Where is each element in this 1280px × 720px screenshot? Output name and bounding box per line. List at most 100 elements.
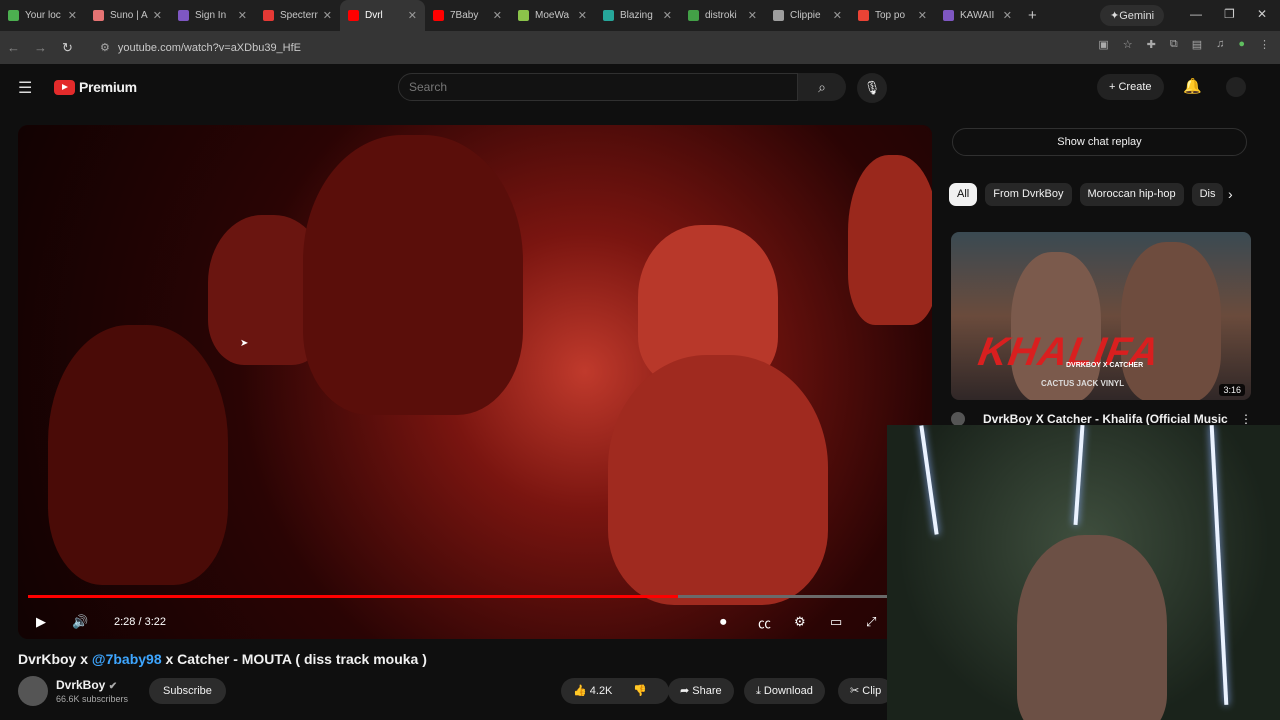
channel-name[interactable]: DvrkBoy ✔: [56, 678, 117, 692]
close-tab-icon[interactable]: ✕: [493, 9, 502, 22]
share-button[interactable]: ➦ Share: [668, 678, 734, 704]
kebab-menu-icon[interactable]: ⋮: [1259, 38, 1270, 51]
dislike-icon[interactable]: 👎: [633, 678, 647, 704]
video-figure: [848, 155, 932, 325]
bookmark-star-icon[interactable]: ☆: [1123, 38, 1133, 51]
browser-tab[interactable]: Sign In ✕: [170, 0, 255, 31]
close-tab-icon[interactable]: ✕: [918, 9, 927, 22]
mention-link[interactable]: @7baby98: [92, 651, 162, 667]
sidepanel-icon[interactable]: ▤: [1192, 38, 1202, 51]
microphone-icon[interactable]: 🎙: [857, 73, 887, 103]
tab-favicon-icon: [773, 10, 784, 21]
close-tab-icon[interactable]: ✕: [408, 9, 417, 22]
volume-icon[interactable]: 🔊: [72, 614, 88, 630]
maximize-icon[interactable]: ❐: [1224, 7, 1235, 21]
search-input[interactable]: Search: [398, 73, 798, 101]
mouse-cursor-icon: ➤: [240, 338, 249, 349]
play-icon[interactable]: ▶: [36, 614, 46, 630]
browser-tab[interactable]: Specterr ✕: [255, 0, 340, 31]
close-tab-icon[interactable]: ✕: [1003, 9, 1012, 22]
youtube-header: ☰ Premium Search ⌕ 🎙 + Create 🔔: [0, 64, 1280, 110]
tab-label: 7Baby: [450, 10, 479, 21]
tab-favicon-icon: [943, 10, 954, 21]
new-tab-button[interactable]: +: [1028, 7, 1037, 24]
browser-tab[interactable]: Suno | A ✕: [85, 0, 170, 31]
search-icon[interactable]: ⌕: [798, 73, 846, 101]
logo-text: Premium: [79, 79, 137, 95]
browser-tab[interactable]: MoeWa ✕: [510, 0, 595, 31]
close-tab-icon[interactable]: ✕: [833, 9, 842, 22]
close-tab-icon[interactable]: ✕: [578, 9, 587, 22]
more-options-icon[interactable]: ⋮: [1240, 412, 1252, 426]
channel-avatar[interactable]: [18, 676, 48, 706]
install-icon[interactable]: ▣: [1098, 38, 1108, 51]
profile-icon[interactable]: ●: [1238, 38, 1245, 51]
close-tab-icon[interactable]: ✕: [323, 9, 332, 22]
filter-chips: All From DvrkBoy Moroccan hip-hop Dis: [949, 183, 1249, 207]
gemini-button[interactable]: ✦ Gemini: [1100, 5, 1165, 26]
recommended-thumbnail[interactable]: KHALIFA DVRKBOY X CATCHER CACTUS JACK VI…: [951, 232, 1251, 400]
media-icon[interactable]: ♫: [1216, 38, 1224, 51]
browser-tab[interactable]: KAWAII ✕: [935, 0, 1020, 31]
recommended-title[interactable]: DvrkBoy X Catcher - Khalifa (Official Mu…: [983, 412, 1228, 426]
settings-gear-icon[interactable]: ⚙: [794, 614, 806, 630]
filter-chip[interactable]: Moroccan hip-hop: [1079, 183, 1184, 206]
close-tab-icon[interactable]: ✕: [153, 9, 162, 22]
youtube-logo[interactable]: Premium: [54, 79, 137, 95]
url-field[interactable]: ⚙ youtube.com/watch?v=aXDbu39_HfE: [88, 35, 1088, 60]
browser-tab[interactable]: distroki ✕: [680, 0, 765, 31]
hamburger-menu-icon[interactable]: ☰: [18, 78, 32, 98]
browser-tab[interactable]: Blazing ✕: [595, 0, 680, 31]
webcam-overlay: [887, 425, 1280, 720]
close-tab-icon[interactable]: ✕: [238, 9, 247, 22]
browser-tab[interactable]: 7Baby ✕: [425, 0, 510, 31]
browser-tab[interactable]: Your loc ✕: [0, 0, 85, 31]
tab-favicon-icon: [93, 10, 104, 21]
download-button[interactable]: ⤓ Download: [744, 678, 825, 704]
close-tab-icon[interactable]: ✕: [68, 9, 77, 22]
show-chat-replay-button[interactable]: Show chat replay: [952, 128, 1247, 156]
extension-icon[interactable]: ✚: [1147, 38, 1156, 51]
progress-bar[interactable]: [28, 595, 912, 598]
site-info-icon[interactable]: ⚙: [100, 41, 110, 54]
video-player[interactable]: ▶ 🔊 2:28 / 3:22 ⏺ ㏄ ⚙ ▭ ⤢: [18, 125, 932, 639]
close-tab-icon[interactable]: ✕: [663, 9, 672, 22]
notifications-bell-icon[interactable]: 🔔: [1183, 77, 1202, 95]
captions-icon[interactable]: ㏄: [758, 613, 771, 632]
miniplayer-icon[interactable]: ▭: [830, 614, 842, 630]
streamer-figure: [1017, 535, 1167, 720]
filter-chip[interactable]: Dis: [1191, 183, 1224, 206]
tab-favicon-icon: [348, 10, 359, 21]
address-bar: ← → ↻ ⚙ youtube.com/watch?v=aXDbu39_HfE …: [0, 31, 1280, 64]
filter-chip[interactable]: All: [949, 183, 978, 206]
close-tab-icon[interactable]: ✕: [748, 9, 757, 22]
progress-fill: [28, 595, 678, 598]
youtube-play-icon: [54, 79, 75, 95]
browser-tab[interactable]: Clippie ✕: [765, 0, 850, 31]
reload-icon[interactable]: ↻: [54, 40, 81, 56]
like-count[interactable]: 4.2K: [590, 685, 613, 697]
tab-favicon-icon: [518, 10, 529, 21]
forward-icon[interactable]: →: [27, 40, 54, 55]
minimize-icon[interactable]: —: [1190, 7, 1202, 21]
autoplay-toggle-icon[interactable]: ⏺: [720, 614, 727, 630]
clip-button[interactable]: ✂ Clip: [838, 678, 894, 704]
subscribe-button[interactable]: Subscribe: [149, 678, 226, 704]
browser-tab[interactable]: Dvrl ✕: [340, 0, 425, 31]
account-avatar[interactable]: [1226, 77, 1246, 97]
close-window-icon[interactable]: ✕: [1257, 7, 1267, 21]
rec-channel-avatar[interactable]: [951, 412, 965, 426]
tab-label: Dvrl: [365, 10, 383, 21]
browser-tab[interactable]: Top po ✕: [850, 0, 935, 31]
filter-chip[interactable]: From DvrkBoy: [985, 183, 1072, 206]
chevron-right-icon[interactable]: ›: [1228, 186, 1233, 202]
channel-name-text: DvrkBoy: [56, 678, 106, 692]
like-icon[interactable]: 👍: [573, 685, 587, 697]
back-icon[interactable]: ←: [0, 40, 27, 55]
create-label: Create: [1118, 81, 1152, 93]
create-button[interactable]: + Create: [1097, 74, 1164, 100]
puzzle-icon[interactable]: ⧉: [1170, 38, 1178, 51]
title-part: x Catcher - MOUTA ( diss track mouka ): [161, 651, 427, 667]
fullscreen-icon[interactable]: ⤢: [866, 614, 876, 630]
led-strip: [1073, 425, 1085, 526]
